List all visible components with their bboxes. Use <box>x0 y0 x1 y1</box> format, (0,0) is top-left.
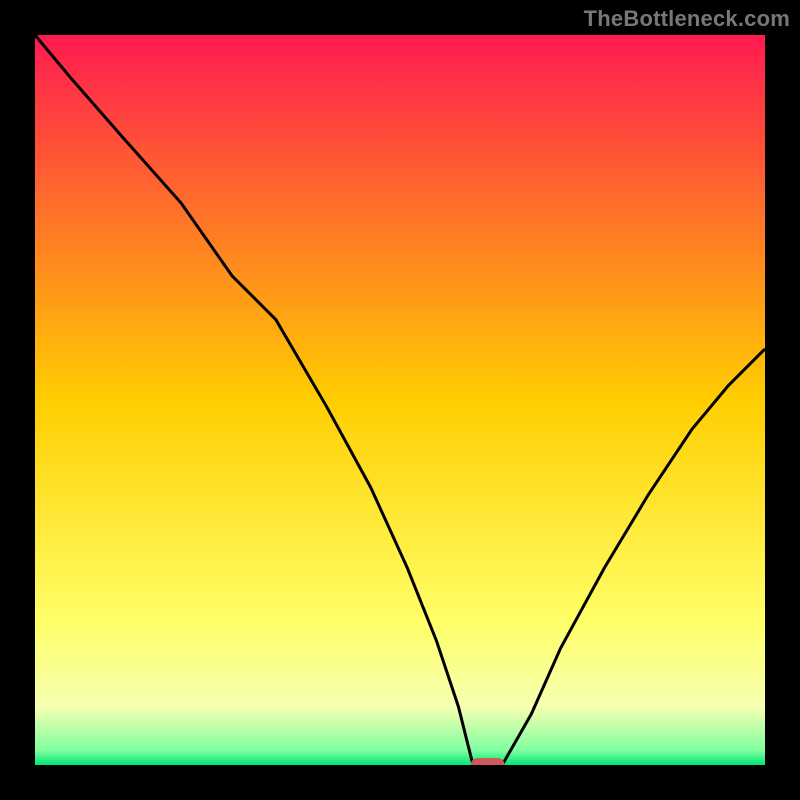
plot-background <box>35 35 765 765</box>
bottleneck-chart: TheBottleneck.com <box>0 0 800 800</box>
chart-canvas <box>0 0 800 800</box>
watermark-text: TheBottleneck.com <box>584 6 790 32</box>
